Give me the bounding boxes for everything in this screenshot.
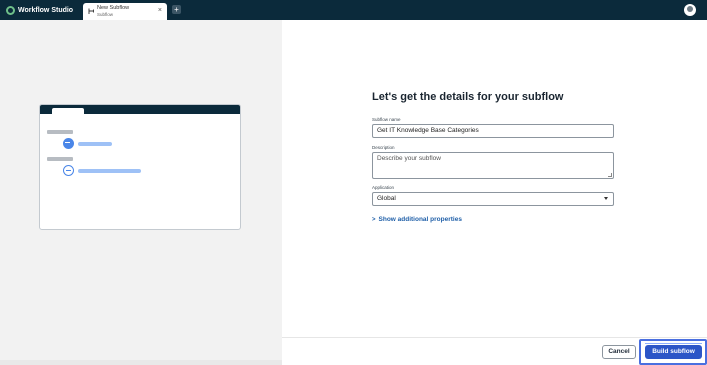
brand[interactable]: Workflow Studio <box>6 4 73 16</box>
workflow-logo-icon <box>6 5 15 15</box>
plus-icon: + <box>174 5 179 14</box>
top-navigation-bar: Workflow Studio New Subflow Subflow × + <box>0 0 707 20</box>
illustration-line <box>78 169 141 173</box>
illustration-bar <box>47 157 73 161</box>
chevron-down-icon <box>604 197 608 200</box>
description-label: Description <box>372 145 395 150</box>
show-additional-properties-link[interactable]: > Show additional properties <box>372 216 462 223</box>
application-label: Application <box>372 185 395 190</box>
tab-new-subflow[interactable]: New Subflow Subflow × <box>83 3 167 20</box>
illustration-panel <box>0 20 282 360</box>
illustration-bar <box>47 130 73 134</box>
illustration-line <box>78 142 112 146</box>
resize-handle[interactable] <box>608 173 612 177</box>
page-title: Let's get the details for your subflow <box>372 91 564 103</box>
tab-title: New Subflow <box>97 5 130 11</box>
cancel-button[interactable]: Cancel <box>602 345 636 359</box>
tab-subtitle: Subflow <box>97 12 114 17</box>
subflow-name-input[interactable]: Get IT Knowledge Base Categories <box>372 124 614 138</box>
subflow-illustration <box>39 104 241 230</box>
description-textarea[interactable]: Describe your subflow <box>372 152 614 179</box>
illustration-tab <box>52 108 84 115</box>
app-title: Workflow Studio <box>18 6 74 14</box>
subflow-name-label: Subflow name <box>372 117 401 122</box>
user-avatar-icon[interactable] <box>684 4 696 16</box>
build-subflow-highlight: Build subflow <box>639 339 707 365</box>
illustration-step-icon <box>63 165 74 176</box>
chevron-right-icon: > <box>372 216 376 223</box>
application-select[interactable]: Global <box>372 192 614 206</box>
form-footer: Cancel Build subflow <box>282 337 707 365</box>
subflow-icon <box>88 8 94 14</box>
add-tab-button[interactable]: + <box>172 5 181 14</box>
illustration-step-icon <box>63 138 74 149</box>
bottom-strip <box>0 360 282 365</box>
subflow-details-form: Let's get the details for your subflow S… <box>282 20 707 337</box>
close-icon[interactable]: × <box>158 7 162 14</box>
build-subflow-button[interactable]: Build subflow <box>645 343 702 359</box>
